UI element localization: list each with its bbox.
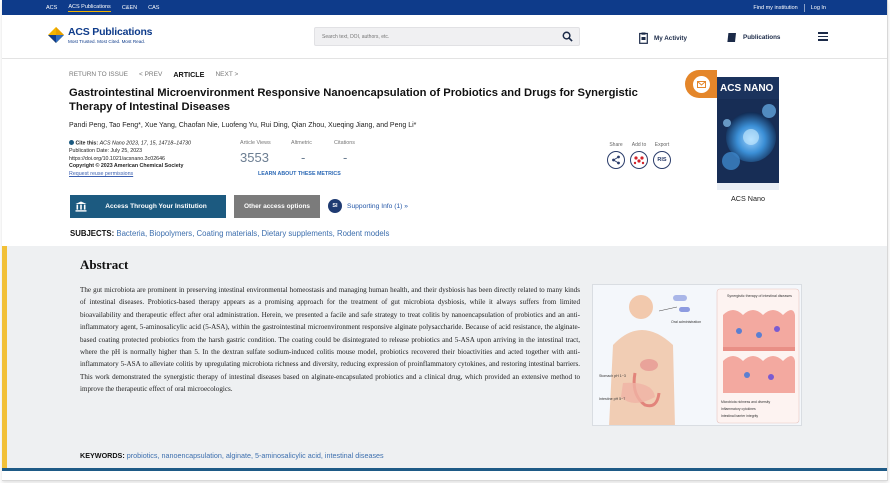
subjects-row: SUBJECTS: Bacteria, Biopolymers, Coating… <box>70 229 389 238</box>
divider <box>803 3 805 12</box>
export-label: Export <box>654 142 670 148</box>
article-views-metric: Article Views 3553 <box>240 140 271 165</box>
find-institution-link[interactable]: Find my institution <box>753 5 797 11</box>
acs-logo-icon <box>47 26 65 44</box>
publication-date[interactable]: Publication Date: July 25, 2023 <box>69 148 191 156</box>
keyword-links[interactable]: probiotics, nanoencapsulation, alginate,… <box>127 451 384 460</box>
subjects-label: SUBJECTS: <box>70 229 115 238</box>
share-tool[interactable]: Share <box>607 142 625 169</box>
access-through-institution-button[interactable]: Access Through Your Institution <box>70 195 226 218</box>
abstract-text: The gut microbiota are prominent in pres… <box>80 286 580 394</box>
supporting-info-label: Supporting Info (1) » <box>347 202 408 210</box>
abstract-heading: Abstract <box>80 257 129 272</box>
toc-synergistic-label: Synergistic therapy of intestinal diseas… <box>727 294 792 298</box>
permissions-link[interactable]: Request reuse permissions <box>69 171 191 179</box>
share-icon[interactable] <box>607 151 625 169</box>
clipboard-icon <box>639 32 648 44</box>
bottom-divider <box>2 468 887 471</box>
publications-button[interactable]: Publications <box>726 32 780 43</box>
prev-article-link[interactable]: < PREV <box>139 71 162 78</box>
author-list[interactable]: Pandi Peng, Tao Feng*, Xue Yang, Chaofan… <box>69 122 416 129</box>
acs-publications-logo[interactable]: ACS Publications Most Trusted. Most Cite… <box>47 26 153 44</box>
citations-value: - <box>343 150 348 165</box>
top-bar-links: ACS ACS Publications C&EN CAS <box>46 0 159 15</box>
login-link[interactable]: Log In <box>811 5 826 11</box>
ris-badge: RIS <box>657 157 667 163</box>
search-icon[interactable] <box>562 31 573 42</box>
share-label: Share <box>609 142 623 148</box>
toc-outcome-3: Intestinal barrier integrity <box>721 414 758 418</box>
toc-oral-label: Oral administration <box>671 320 701 324</box>
search-box <box>314 27 580 46</box>
topbar-link-cas[interactable]: CAS <box>148 5 159 11</box>
topbar-link-cen[interactable]: C&EN <box>122 5 137 11</box>
site-header: ACS Publications Most Trusted. Most Cite… <box>2 15 887 59</box>
add-to-library-icon[interactable] <box>630 151 648 169</box>
views-value: 3553 <box>240 150 269 165</box>
access-button-label: Access Through Your Institution <box>105 203 207 210</box>
export-tool[interactable]: Export RIS <box>653 142 671 169</box>
altmetric-label: Altmetric <box>291 140 312 146</box>
current-article-label: ARTICLE <box>173 70 205 79</box>
topbar-link-acs-publications[interactable]: ACS Publications <box>68 4 111 12</box>
return-to-issue-link[interactable]: RETURN TO ISSUE <box>69 71 128 78</box>
toc-graphic[interactable]: Oral administration Stomach pH 1~3 Intes… <box>592 284 802 426</box>
logo-tagline: Most Trusted. Most Cited. Most Read. <box>68 39 146 44</box>
altmetric-metric: Altmetric - <box>291 140 312 165</box>
add-to-label: Add to <box>631 142 647 148</box>
views-label: Article Views <box>240 140 271 146</box>
my-activity-button[interactable]: My Activity <box>639 32 687 44</box>
learn-about-metrics-link[interactable]: LEARN ABOUT THESE METRICS <box>258 171 341 177</box>
citations-label: Citations <box>334 140 355 146</box>
logo-name: ACS Publications <box>68 26 153 38</box>
citations-metric: Citations - <box>334 140 355 165</box>
keywords-row: KEYWORDS: probiotics, nanoencapsulation,… <box>80 451 384 460</box>
citation-block: Cite this: ACS Nano 2023, 17, 15, 14718–… <box>69 140 191 178</box>
toc-stomach-label: Stomach pH 1~3 <box>599 374 626 378</box>
next-article-link[interactable]: NEXT > <box>215 71 238 78</box>
add-to-tool[interactable]: Add to <box>630 142 648 169</box>
article-title: Gastrointestinal Microenvironment Respon… <box>69 87 638 113</box>
toc-outcome-1: Microbiota richness and diversity <box>721 400 770 404</box>
article-navigation: RETURN TO ISSUE < PREV ARTICLE NEXT > <box>69 70 238 79</box>
toc-intestine-label: Intestine pH 5~7 <box>599 397 625 401</box>
mail-icon <box>692 75 710 93</box>
topbar-link-acs[interactable]: ACS <box>46 5 57 11</box>
book-icon <box>726 32 736 43</box>
toc-outcome-2: Inflammatory cytokines <box>721 407 756 411</box>
subject-links[interactable]: Bacteria, Biopolymers, Coating materials… <box>116 229 389 238</box>
cover-title: ACS NANO <box>720 83 774 94</box>
top-bar-account: Find my institution Log In <box>753 0 826 15</box>
supporting-info-link[interactable]: SI Supporting Info (1) » <box>328 199 408 213</box>
keywords-label: KEYWORDS: <box>80 451 125 460</box>
top-bar: ACS ACS Publications C&EN CAS Find my in… <box>2 0 887 15</box>
journal-cover-image[interactable]: ACS NANO <box>717 77 779 190</box>
other-access-options-button[interactable]: Other access options <box>234 195 320 218</box>
menu-icon[interactable] <box>818 32 828 41</box>
browser-page: ACS ACS Publications C&EN CAS Find my in… <box>2 0 888 481</box>
journal-name[interactable]: ACS Nano <box>717 194 779 203</box>
cite-reference[interactable]: ACS Nano 2023, 17, 15, 14718–14730 <box>100 141 191 147</box>
email-alert-button[interactable] <box>685 70 717 98</box>
institution-icon <box>70 195 92 218</box>
publications-label: Publications <box>743 34 781 41</box>
si-badge: SI <box>328 199 342 213</box>
copyright-text: Copyright © 2023 American Chemical Socie… <box>69 163 184 170</box>
search-input[interactable] <box>315 28 555 45</box>
altmetric-value: - <box>301 150 306 165</box>
accent-bar <box>2 246 7 468</box>
cite-label: Cite this: <box>75 140 99 147</box>
my-activity-label: My Activity <box>654 34 688 42</box>
export-ris-icon[interactable]: RIS <box>653 151 671 169</box>
check-circle-icon <box>69 140 74 145</box>
